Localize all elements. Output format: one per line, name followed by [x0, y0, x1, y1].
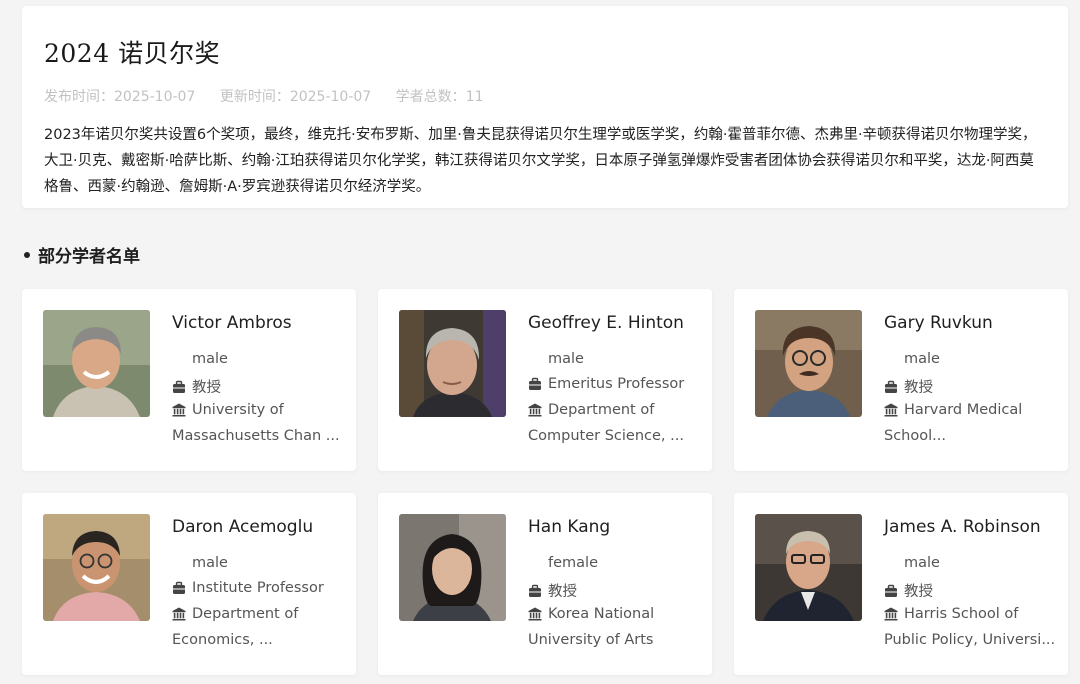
bank-building-icon — [172, 403, 186, 417]
institution-line-1: Department of — [548, 402, 655, 418]
briefcase-icon — [172, 380, 186, 394]
count-label: 学者总数： — [395, 89, 466, 105]
title-row: Institute Professor — [172, 580, 324, 596]
scholar-title: 教授 — [192, 380, 221, 396]
bank-building-icon — [528, 607, 542, 621]
scholar-name[interactable]: Han Kang — [528, 517, 610, 537]
description: 2023年诺贝尔奖共设置6个奖项，最终，维克托·安布罗斯、加里·鲁夫昆获得诺贝尔… — [44, 127, 1037, 195]
scholar-title: 教授 — [904, 380, 933, 396]
institution-line-2: Economics, ... — [172, 632, 273, 648]
institution-line-2: University of Arts — [528, 632, 654, 648]
title-row: Emeritus Professor — [528, 376, 684, 392]
scholar-name[interactable]: Victor Ambros — [172, 313, 292, 333]
avatar — [43, 310, 150, 417]
institution-line-2: Public Policy, Universi... — [884, 632, 1056, 648]
gender: male — [192, 555, 228, 571]
page-title: 2024 诺贝尔奖 — [44, 39, 221, 68]
scholar-card[interactable]: Victor Ambros male 教授 University of Mass… — [22, 289, 356, 471]
avatar — [399, 310, 506, 417]
scholar-name[interactable]: Geoffrey E. Hinton — [528, 313, 684, 333]
bank-building-icon — [172, 607, 186, 621]
scholar-count-meta: 学者总数：11 — [396, 89, 484, 105]
institution-row: University of — [172, 402, 284, 418]
updated-label: 更新时间： — [219, 89, 290, 105]
institution-line-1: University of — [192, 402, 284, 418]
gender: male — [192, 351, 228, 367]
scholar-card[interactable]: Daron Acemoglu male Institute Professor … — [22, 493, 356, 675]
section-title: 部分学者名单 — [24, 242, 140, 267]
institution-line-2: Computer Science, ... — [528, 428, 684, 444]
scholar-name[interactable]: James A. Robinson — [884, 517, 1041, 537]
avatar — [43, 514, 150, 621]
avatar — [755, 514, 862, 621]
scholar-card[interactable]: James A. Robinson male 教授 Harris School … — [734, 493, 1068, 675]
avatar — [399, 514, 506, 621]
institution-row: Department of — [528, 402, 654, 418]
institution-row: Harvard Medical — [884, 402, 1022, 418]
gender: male — [904, 555, 940, 571]
institution-row: Korea National — [528, 606, 654, 622]
published-meta: 发布时间：2025-10-07 — [44, 89, 195, 105]
scholar-card[interactable]: Han Kang female 教授 Korea National Univer… — [378, 493, 712, 675]
scholar-name[interactable]: Daron Acemoglu — [172, 517, 313, 537]
gender: male — [548, 351, 584, 367]
institution-line-1: Harris School of — [904, 606, 1019, 622]
published-label: 发布时间： — [44, 89, 114, 105]
briefcase-icon — [172, 581, 186, 595]
scholar-title: 教授 — [904, 584, 933, 600]
institution-row: Department of — [172, 606, 298, 622]
title-row: 教授 — [884, 580, 933, 601]
bank-building-icon — [884, 403, 898, 417]
institution-line-1: Harvard Medical — [904, 402, 1023, 418]
title-row: 教授 — [528, 580, 577, 601]
meta-row: 发布时间：2025-10-07 更新时间：2025-10-07 学者总数：11 — [44, 86, 503, 106]
count-value: 11 — [465, 89, 484, 105]
section-title-text: 部分学者名单 — [38, 247, 140, 267]
institution-line-1: Korea National — [548, 606, 655, 622]
briefcase-icon — [528, 377, 542, 391]
scholar-name[interactable]: Gary Ruvkun — [884, 313, 993, 333]
gender: male — [904, 351, 940, 367]
scholar-title: 教授 — [548, 584, 577, 600]
bank-building-icon — [528, 403, 542, 417]
title-row: 教授 — [172, 376, 221, 397]
briefcase-icon — [528, 584, 542, 598]
header-card: 2024 诺贝尔奖 发布时间：2025-10-07 更新时间：2025-10-0… — [22, 6, 1068, 208]
gender: female — [548, 555, 598, 571]
avatar — [755, 310, 862, 417]
published-date: 2025-10-07 — [114, 89, 196, 105]
institution-line-1: Department of — [192, 606, 299, 622]
briefcase-icon — [884, 584, 898, 598]
bullet-dot — [24, 251, 30, 258]
title-row: 教授 — [884, 376, 933, 397]
scholar-card[interactable]: Gary Ruvkun male 教授 Harvard Medical Scho… — [734, 289, 1068, 471]
scholar-title: Institute Professor — [192, 580, 324, 596]
briefcase-icon — [884, 380, 898, 394]
institution-line-2: Massachusetts Chan ... — [172, 428, 340, 444]
updated-date: 2025-10-07 — [289, 89, 372, 105]
updated-meta: 更新时间：2025-10-07 — [220, 89, 371, 105]
institution-line-2: School... — [884, 428, 946, 444]
bank-building-icon — [884, 607, 898, 621]
scholar-title: Emeritus Professor — [548, 376, 685, 392]
institution-row: Harris School of — [884, 606, 1018, 622]
scholar-card[interactable]: Geoffrey E. Hinton male Emeritus Profess… — [378, 289, 712, 471]
